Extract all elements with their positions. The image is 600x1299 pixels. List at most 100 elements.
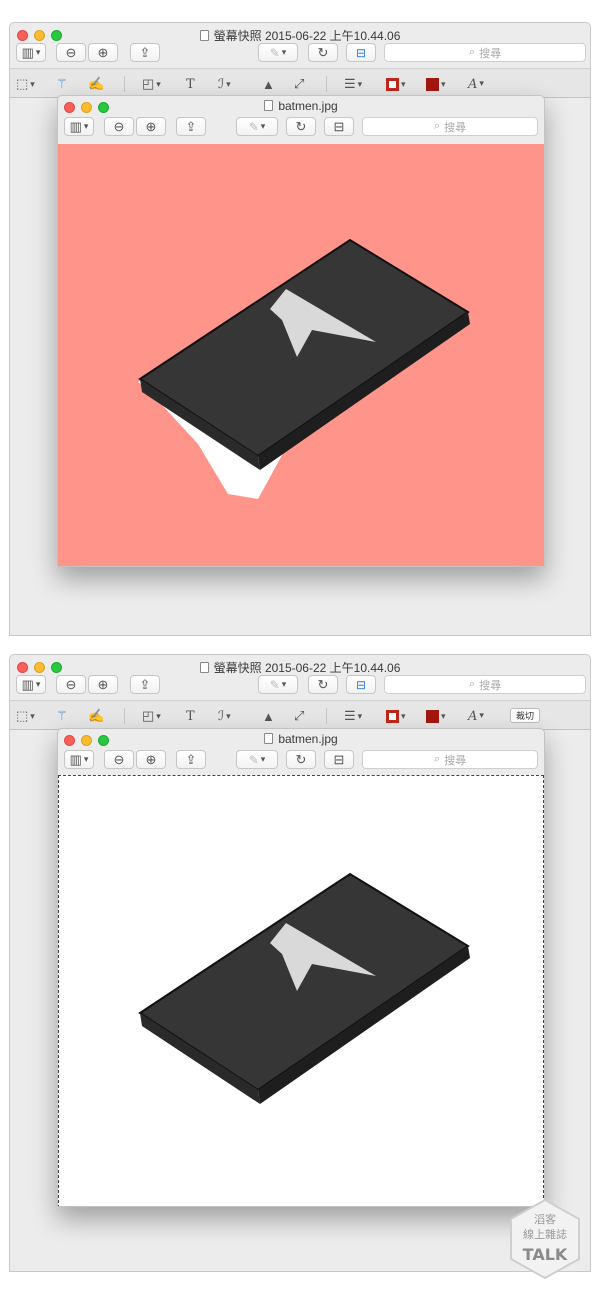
zoom-out-button[interactable]: ⊖ [104, 117, 134, 136]
rotate-button[interactable]: ↻ [286, 750, 316, 769]
instant-alpha-tool[interactable]: ⚚ [56, 707, 68, 725]
toolbox-button[interactable]: ⊟ [324, 117, 354, 136]
sketch-tool[interactable]: ✍ [88, 707, 104, 725]
zoom-in-icon: ⊕ [145, 118, 157, 134]
zoom-out-button[interactable]: ⊖ [56, 675, 86, 694]
inner-preview-window: batmen.jpg ▥ ▾ ⊖ ⊕ ⇪ ✎ ▾ ↻ ⊟ ⌕ 搜尋 [57, 728, 545, 1207]
svg-text:線上雜誌: 線上雜誌 [523, 1227, 567, 1241]
share-icon: ⇪ [185, 751, 197, 767]
document-icon [199, 662, 209, 673]
toolbox-icon: ⊟ [355, 45, 367, 60]
search-field[interactable]: ⌕ 搜尋 [362, 750, 538, 769]
pen-icon: ✎ [269, 45, 280, 60]
zoom-out-button[interactable]: ⊖ [56, 43, 86, 62]
text-icon: T [186, 76, 195, 92]
search-icon: ⌕ [433, 753, 441, 765]
shapes-icon: ◰ [142, 708, 155, 723]
zoom-in-button[interactable]: ⊕ [88, 675, 118, 694]
border-color-tool[interactable]: ▾ [386, 75, 406, 93]
share-icon: ⇪ [139, 676, 151, 692]
signature-icon: ℐ [218, 708, 225, 723]
image-canvas[interactable] [58, 775, 544, 1206]
search-field[interactable]: ⌕ 搜尋 [362, 117, 538, 136]
inner-title-bar: batmen.jpg [58, 729, 544, 749]
rectangular-selection-icon: ⬚ [16, 76, 29, 91]
instant-alpha-tool[interactable]: ⚚ [56, 75, 68, 93]
sidebar-button[interactable]: ▥ ▾ [64, 750, 94, 769]
text-tool[interactable]: T [186, 707, 195, 725]
line-style-tool[interactable]: ☰ ▾ [344, 707, 362, 725]
zoom-in-icon: ⊕ [145, 751, 157, 767]
svg-text:TALK: TALK [523, 1245, 568, 1264]
fill-color-tool[interactable]: ▾ [426, 707, 446, 725]
adjust-color-tool[interactable]: ▲ [262, 707, 275, 725]
share-button[interactable]: ⇪ [130, 675, 160, 694]
markup-toolbar: ⬚ ▾ ⚚ ✍ ◰ ▾ T ℐ ▾ ▲ ⤢ ☰ ▾ ▾ ▾ A ▾ [10, 68, 590, 98]
pen-button[interactable]: ✎ ▾ [236, 117, 278, 136]
adjust-size-icon: ⤢ [294, 708, 305, 723]
adjust-size-tool[interactable]: ⤢ [294, 707, 304, 725]
magic-wand-icon: ⚚ [56, 708, 68, 723]
toolbox-icon: ⊟ [333, 751, 345, 767]
zoom-out-icon: ⊖ [65, 676, 77, 692]
inner-title-bar: batmen.jpg [58, 96, 544, 116]
toolbox-button[interactable]: ⊟ [346, 43, 376, 62]
inner-preview-window: batmen.jpg ▥ ▾ ⊖ ⊕ ⇪ ✎ ▾ ↻ ⊟ ⌕ 搜尋 [57, 95, 545, 567]
adjust-color-tool[interactable]: ▲ [262, 75, 275, 93]
zoom-in-button[interactable]: ⊕ [136, 117, 166, 136]
signature-tool[interactable]: ℐ ▾ [218, 75, 231, 93]
border-color-tool[interactable]: ▾ [386, 707, 406, 725]
signature-icon: ℐ [218, 76, 225, 91]
signature-tool[interactable]: ℐ ▾ [218, 707, 231, 725]
search-icon: ⌕ [468, 46, 476, 58]
share-button[interactable]: ⇪ [176, 750, 206, 769]
rotate-button[interactable]: ↻ [286, 117, 316, 136]
toolbox-button[interactable]: ⊟ [324, 750, 354, 769]
fill-color-tool[interactable]: ▾ [426, 75, 446, 93]
rect-select-tool[interactable]: ⬚ ▾ [16, 75, 35, 93]
sidebar-button[interactable]: ▥ ▾ [16, 675, 46, 694]
font-tool[interactable]: A ▾ [468, 707, 484, 725]
zoom-in-button[interactable]: ⊕ [136, 750, 166, 769]
search-icon: ⌕ [468, 678, 476, 690]
rect-select-tool[interactable]: ⬚ ▾ [16, 707, 35, 725]
zoom-out-button[interactable]: ⊖ [104, 750, 134, 769]
line-style-tool[interactable]: ☰ ▾ [344, 75, 362, 93]
adjust-size-tool[interactable]: ⤢ [294, 75, 304, 93]
zoom-out-icon: ⊖ [65, 44, 77, 60]
window-title: 螢幕快照 2015-06-22 上午10.44.06 [10, 27, 590, 44]
zoom-in-icon: ⊕ [97, 44, 109, 60]
rotate-button[interactable]: ↻ [308, 43, 338, 62]
rotate-button[interactable]: ↻ [308, 675, 338, 694]
share-icon: ⇪ [185, 118, 197, 134]
zoom-in-button[interactable]: ⊕ [88, 43, 118, 62]
sidebar-button[interactable]: ▥ ▾ [16, 43, 46, 62]
zoom-in-icon: ⊕ [97, 676, 109, 692]
share-button[interactable]: ⇪ [130, 43, 160, 62]
shapes-tool[interactable]: ◰ ▾ [142, 707, 161, 725]
sidebar-button[interactable]: ▥ ▾ [64, 117, 94, 136]
title-bar: 螢幕快照 2015-06-22 上午10.44.06 [10, 23, 590, 45]
text-tool[interactable]: T [186, 75, 195, 93]
crop-button[interactable]: 裁切 [510, 708, 541, 723]
window-title: 螢幕快照 2015-06-22 上午10.44.06 [10, 659, 590, 676]
sidebar-icon: ▥ [21, 676, 34, 692]
pen-icon: ✎ [248, 752, 259, 767]
pen-button[interactable]: ✎ ▾ [258, 675, 298, 694]
share-button[interactable]: ⇪ [176, 117, 206, 136]
sketch-tool[interactable]: ✍ [88, 75, 104, 93]
search-field[interactable]: ⌕ 搜尋 [384, 675, 586, 694]
text-icon: T [186, 708, 195, 724]
share-icon: ⇪ [139, 44, 151, 60]
search-icon: ⌕ [433, 120, 441, 132]
font-tool[interactable]: A ▾ [468, 75, 484, 93]
image-canvas[interactable] [58, 144, 544, 566]
shapes-tool[interactable]: ◰ ▾ [142, 75, 161, 93]
toolbox-button[interactable]: ⊟ [346, 675, 376, 694]
selection-marquee[interactable] [58, 775, 544, 1206]
pen-button[interactable]: ✎ ▾ [258, 43, 298, 62]
pen-button[interactable]: ✎ ▾ [236, 750, 278, 769]
sidebar-icon: ▥ [21, 44, 34, 60]
search-field[interactable]: ⌕ 搜尋 [384, 43, 586, 62]
talk-watermark-logo: 滔客 線上雜誌 TALK [510, 1198, 580, 1280]
